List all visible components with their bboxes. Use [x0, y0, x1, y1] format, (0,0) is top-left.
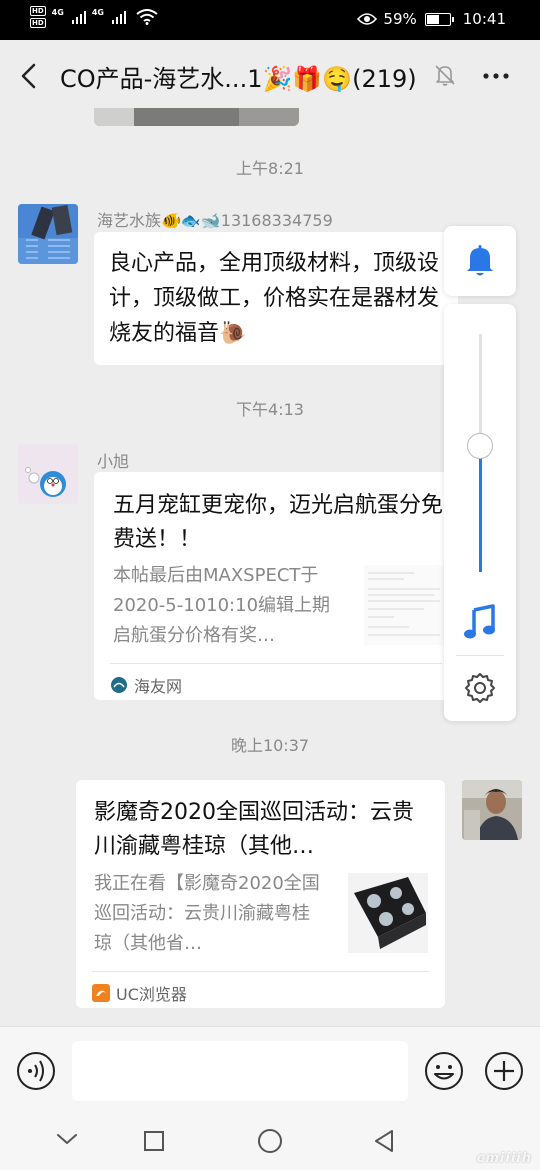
avatar-image	[18, 204, 78, 264]
message-bubble[interactable]: 良心产品，全用顶级材料，顶级设计，顶级做工，价格实在是器材发烧友的福音🐌	[94, 232, 458, 365]
timestamp: 晚上10:37	[230, 736, 310, 755]
signal-group: HD HD 4G 4G	[30, 6, 158, 28]
message-text: 良心产品，全用顶级材料，顶级设计，顶级做工，价格实在是器材发烧友的福音🐌	[109, 251, 440, 346]
link-card[interactable]: 影魔奇2020全国巡回活动：云贵川渝藏粤桂琼（其他… 我正在看【影魔奇2020全…	[76, 780, 445, 1008]
battery-fill	[426, 14, 439, 24]
card-source-name: 海友网	[134, 677, 183, 696]
recents-icon[interactable]	[143, 1130, 165, 1152]
chat-header: CO产品-海艺水...1🎉🎁🤤(219)	[0, 40, 540, 112]
eye-comfort-icon	[357, 13, 378, 25]
battery-percent: 59%	[383, 10, 417, 28]
volume-track-fill	[479, 446, 482, 572]
card-source: 海友网	[110, 673, 182, 697]
battery-icon	[424, 12, 454, 26]
ring-mode-button[interactable]	[444, 226, 516, 296]
clock: 10:41	[462, 10, 506, 28]
card-title: 影魔奇2020全国巡回活动：云贵川渝藏粤桂琼（其他…	[94, 800, 414, 859]
hide-keyboard-icon[interactable]	[56, 1132, 78, 1146]
avatar[interactable]	[18, 204, 78, 264]
back-arrow-icon[interactable]	[18, 62, 40, 90]
signal-bars-1-icon	[71, 10, 86, 24]
bell-off-icon	[435, 65, 455, 86]
timestamp: 上午8:21	[236, 159, 304, 178]
back-icon[interactable]	[372, 1128, 396, 1154]
source-app-icon	[92, 984, 110, 1002]
previous-image-message[interactable]	[94, 108, 299, 126]
emoji-icon[interactable]	[424, 1051, 464, 1091]
watermark: cmiiiih	[476, 1151, 532, 1166]
link-card[interactable]: 五月宠缸更宠你，迈光启航蛋分免费送！！ 本帖最后由MAXSPECT于2020-5…	[94, 472, 458, 700]
card-divider	[92, 971, 429, 972]
plus-icon[interactable]	[484, 1051, 524, 1091]
bell-icon	[467, 245, 493, 276]
sim1-hd-badge: HD	[30, 6, 46, 16]
music-note-icon[interactable]	[463, 604, 497, 640]
home-icon[interactable]	[257, 1128, 283, 1154]
card-thumbnail	[348, 873, 428, 953]
volume-slider-knob[interactable]	[467, 433, 493, 459]
wifi-icon	[136, 9, 158, 25]
volume-track[interactable]	[479, 334, 482, 446]
source-app-icon	[111, 677, 127, 693]
voice-icon[interactable]	[16, 1051, 56, 1091]
card-divider	[110, 663, 442, 664]
more-dots-icon[interactable]	[481, 66, 511, 86]
sender-name: 小旭	[97, 452, 130, 471]
card-title: 五月宠缸更宠你，迈光启航蛋分免费送！！	[113, 493, 444, 552]
sim2-hd-badge: HD	[30, 18, 46, 28]
card-description: 本帖最后由MAXSPECT于2020-5-1010:10编辑上期启航蛋分价格有奖…	[113, 565, 331, 646]
avatar[interactable]	[462, 780, 522, 840]
signal-bars-2-icon	[111, 10, 126, 24]
status-right-group: 59% 10:41	[357, 10, 506, 28]
avatar-image	[462, 780, 522, 840]
network-type-1: 4G	[51, 7, 64, 17]
message-input[interactable]	[72, 1041, 408, 1101]
avatar-image	[18, 444, 78, 504]
chat-title[interactable]: CO产品-海艺水...1🎉🎁🤤(219)	[60, 59, 417, 94]
status-bar: HD HD 4G 4G 59% 10:41	[0, 0, 540, 40]
card-thumbnail	[364, 565, 444, 645]
card-source-name: UC浏览器	[116, 985, 187, 1004]
chat-input-bar	[0, 1026, 540, 1116]
sender-name: 海艺水族🐠🐟🐋13168334759	[97, 211, 333, 230]
gear-icon[interactable]	[464, 672, 496, 704]
network-type-2: 4G	[91, 7, 104, 17]
panel-divider	[456, 655, 504, 656]
card-source: UC浏览器	[92, 981, 187, 1005]
card-description: 我正在看【影魔奇2020全国巡回活动：云贵川渝藏粤桂琼（其他省…	[94, 873, 320, 954]
avatar[interactable]	[18, 444, 78, 504]
system-nav-bar: cmiiiih	[0, 1116, 540, 1170]
